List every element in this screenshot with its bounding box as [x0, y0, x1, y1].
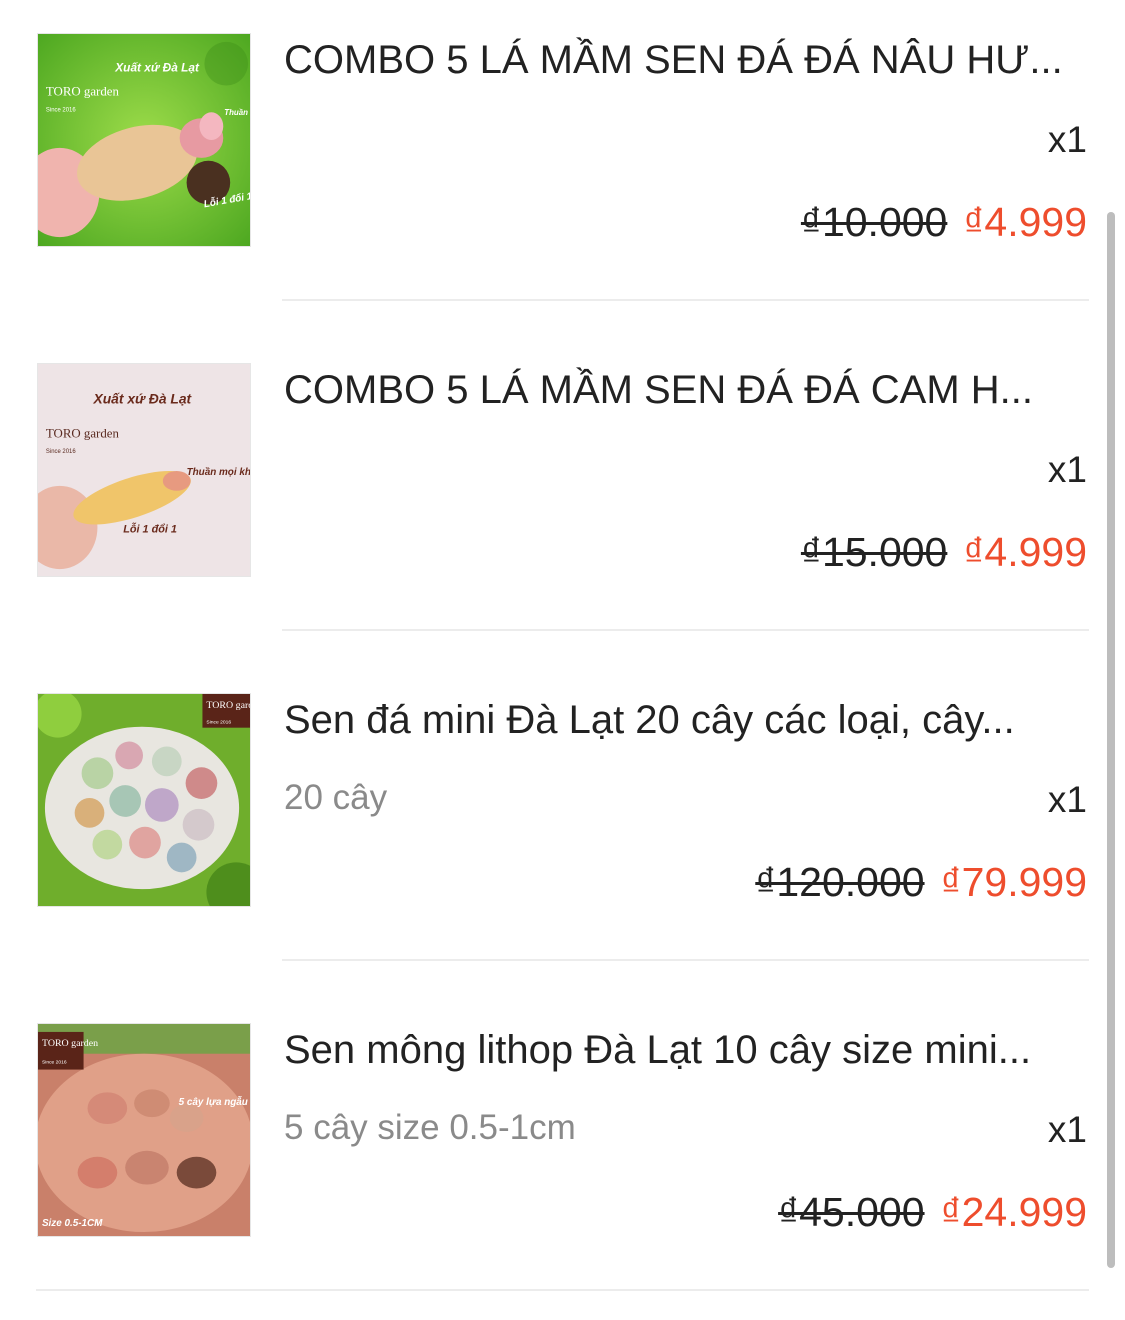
item-divider: [282, 629, 1089, 631]
product-item[interactable]: TORO garden Since 2016 5 cây lựa ngẫu nh…: [0, 990, 1125, 1320]
original-price: ₫10.000: [800, 199, 948, 245]
product-image: TORO garden Since 2016 Xuất xứ Đà Lạt Th…: [38, 364, 250, 576]
product-title[interactable]: COMBO 5 LÁ MẦM SEN ĐÁ ĐÁ CAM H...: [284, 366, 1088, 414]
price-block: ₫10.000 ₫4.999: [801, 196, 1087, 248]
product-thumbnail[interactable]: TORO garden Since 2016: [37, 693, 251, 907]
price-block: ₫15.000 ₫4.999: [801, 526, 1087, 578]
product-image: TORO garden Since 2016 Xuất xứ Đà Lạt Th…: [38, 34, 250, 246]
product-thumbnail[interactable]: TORO garden Since 2016 Xuất xứ Đà Lạt Th…: [37, 363, 251, 577]
origin-text: Xuất xứ Đà Lạt: [114, 61, 200, 75]
original-price: ₫15.000: [800, 529, 948, 575]
origin-text: Xuất xứ Đà Lạt: [92, 391, 192, 407]
climate-text: Thuần mọi khí hậu: [187, 467, 250, 478]
product-item[interactable]: TORO garden Since 2016 Xuất xứ Đà Lạt Th…: [0, 330, 1125, 660]
product-quantity: x1: [1047, 449, 1087, 490]
price-block: ₫120.000 ₫79.999: [755, 856, 1087, 908]
product-variant: 5 cây size 0.5-1cm: [284, 1108, 576, 1147]
product-quantity: x1: [1047, 779, 1087, 820]
product-thumbnail[interactable]: TORO garden Since 2016 5 cây lựa ngẫu nh…: [37, 1023, 251, 1237]
item-divider: [282, 959, 1089, 961]
climate-text: Thuần mọi khí hậu: [224, 108, 250, 117]
product-item[interactable]: TORO garden Since 2016 Xuất xứ Đà Lạt Th…: [0, 0, 1125, 330]
price-block: ₫45.000 ₫24.999: [778, 1186, 1087, 1238]
item-divider: [36, 1289, 1089, 1291]
brand-text: TORO garden: [206, 700, 250, 711]
random-pick-text: 5 cây lựa ngẫu nhiên: [179, 1097, 250, 1108]
item-divider: [282, 299, 1089, 301]
warranty-text: Lỗi 1 đổi 1: [123, 522, 177, 535]
sale-price: ₫4.999: [963, 529, 1087, 575]
original-price: ₫45.000: [778, 1189, 925, 1235]
product-title[interactable]: Sen đá mini Đà Lạt 20 cây các loại, cây.…: [284, 696, 1088, 744]
since-text: Since 2016: [42, 1060, 67, 1066]
product-thumbnail[interactable]: TORO garden Since 2016 Xuất xứ Đà Lạt Th…: [37, 33, 251, 247]
since-text: Since 2016: [46, 449, 76, 455]
product-item[interactable]: TORO garden Since 2016 Sen đá mini Đà Lạ…: [0, 660, 1125, 990]
original-price: ₫120.000: [755, 859, 925, 905]
product-image: TORO garden Since 2016: [38, 694, 250, 906]
product-title[interactable]: COMBO 5 LÁ MẦM SEN ĐÁ ĐÁ NÂU HƯ...: [284, 36, 1088, 84]
size-text: Size 0.5-1CM: [42, 1218, 103, 1229]
product-variant: 20 cây: [284, 778, 388, 817]
product-title[interactable]: Sen mông lithop Đà Lạt 10 cây size mini.…: [284, 1026, 1088, 1074]
sale-price: ₫4.999: [963, 199, 1087, 245]
brand-text: TORO garden: [46, 426, 120, 440]
product-image: TORO garden Since 2016 5 cây lựa ngẫu nh…: [38, 1024, 250, 1236]
since-text: Since 2016: [206, 720, 231, 726]
since-text: Since 2016: [46, 107, 76, 113]
scrollbar[interactable]: [1107, 212, 1115, 1268]
product-quantity: x1: [1047, 1109, 1087, 1150]
brand-text: TORO garden: [42, 1038, 98, 1049]
sale-price: ₫79.999: [940, 859, 1087, 905]
sale-price: ₫24.999: [940, 1189, 1087, 1235]
brand-text: TORO garden: [46, 84, 120, 98]
product-quantity: x1: [1047, 119, 1087, 160]
